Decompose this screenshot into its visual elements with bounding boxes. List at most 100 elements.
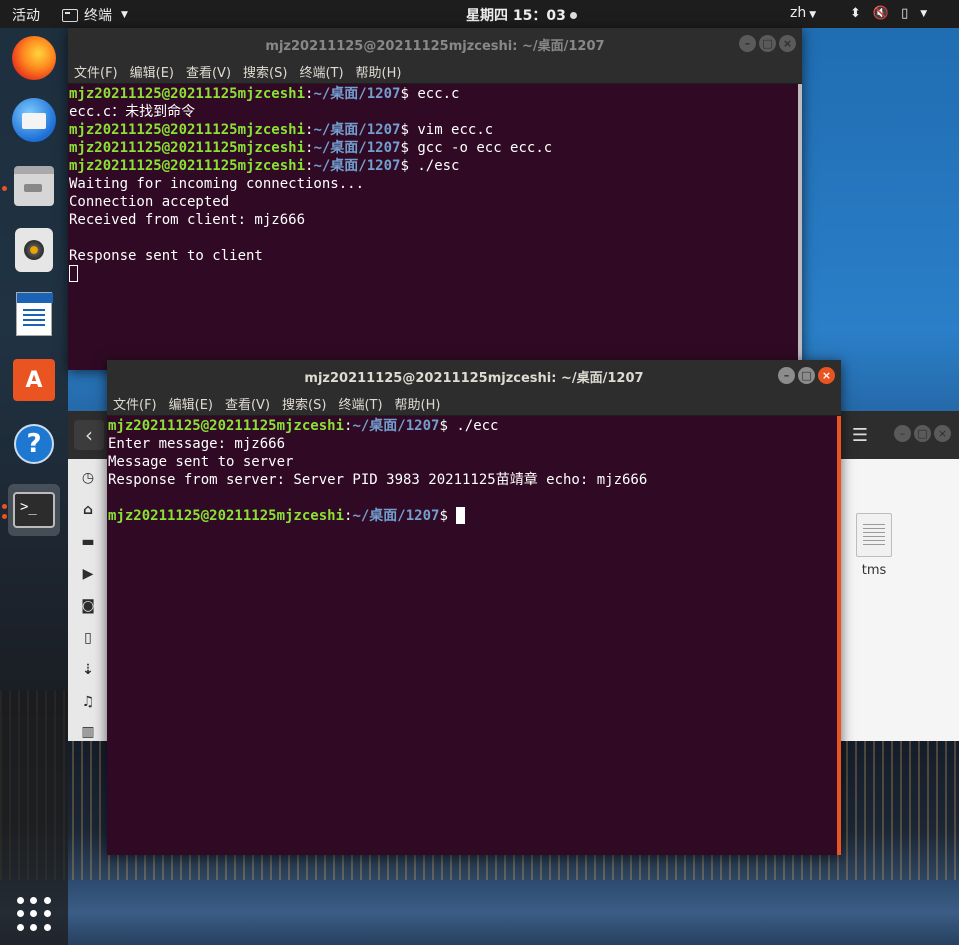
menu-edit[interactable]: 编辑(E) — [169, 394, 213, 413]
files-icon — [14, 166, 54, 206]
dock-writer[interactable] — [8, 288, 60, 340]
dock-software[interactable]: A — [8, 354, 60, 406]
chevron-down-icon: ▼ — [809, 10, 817, 20]
window-titlebar[interactable]: mjz20211125@20211125mjzceshi: ~/桌面/1207 … — [107, 360, 841, 392]
menu-file[interactable]: 文件(F) — [113, 394, 157, 413]
prompt-user-host: mjz20211125@20211125mjzceshi — [69, 158, 306, 174]
scrollbar[interactable] — [798, 84, 802, 370]
hamburger-menu-button[interactable]: ☰ — [846, 421, 874, 449]
video-icon[interactable]: ▶ — [79, 565, 97, 583]
rhythmbox-icon — [15, 228, 53, 272]
file-manager-window-buttons: – □ × — [894, 425, 951, 442]
output-text: Response from server: Server PID 3983 20… — [108, 472, 648, 488]
show-applications-button[interactable] — [8, 888, 60, 940]
firefox-icon — [12, 36, 56, 80]
wallpaper-water — [0, 880, 959, 945]
menu-terminal[interactable]: 终端(T) — [338, 394, 382, 413]
activities-button[interactable]: 活动 — [12, 5, 40, 25]
output-text: Connection accepted — [69, 194, 230, 210]
prompt-user-host: mjz20211125@20211125mjzceshi — [69, 86, 306, 102]
close-button[interactable]: × — [818, 367, 835, 384]
prompt-user-host: mjz20211125@20211125mjzceshi — [69, 122, 306, 138]
menu-view[interactable]: 查看(V) — [186, 62, 231, 81]
prompt-user-host: mjz20211125@20211125mjzceshi — [108, 508, 345, 524]
minimize-button[interactable]: – — [894, 425, 911, 442]
software-center-icon: A — [13, 359, 55, 401]
file-manager-sidebar: ◷ ⌂ ▬ ▶ ◙ ▯ ⇣ ♫ ▥ — [68, 459, 108, 741]
output-text: Message sent to server — [108, 454, 294, 470]
recent-icon[interactable]: ◷ — [79, 469, 97, 487]
terminal-small-icon — [62, 8, 78, 22]
back-button[interactable]: ‹ — [74, 420, 104, 450]
prompt-path: ~/桌面/1207 — [313, 86, 401, 102]
output-line: Connection accepted — [69, 193, 802, 211]
prompt-line: mjz20211125@20211125mjzceshi:~/桌面/1207$ … — [69, 85, 802, 103]
dock-files[interactable] — [8, 160, 60, 212]
running-indicator — [2, 186, 7, 191]
terminal-output[interactable]: mjz20211125@20211125mjzceshi:~/桌面/1207$ … — [107, 416, 841, 525]
maximize-button[interactable]: □ — [759, 35, 776, 52]
maximize-button[interactable]: □ — [798, 367, 815, 384]
menu-view[interactable]: 查看(V) — [225, 394, 270, 413]
folder-icon[interactable]: ▬ — [79, 533, 97, 551]
prompt-line: mjz20211125@20211125mjzceshi:~/桌面/1207$ … — [69, 157, 802, 175]
menu-help[interactable]: 帮助(H) — [395, 394, 441, 413]
menu-terminal[interactable]: 终端(T) — [299, 62, 343, 81]
music-icon[interactable]: ♫ — [79, 693, 97, 711]
window-title: mjz20211125@20211125mjzceshi: ~/桌面/1207 — [265, 38, 605, 54]
chevron-down-icon: ▼ — [920, 8, 928, 19]
menu-icon: ☰ — [851, 424, 869, 446]
document-icon[interactable]: ▯ — [79, 629, 97, 647]
dock-terminal[interactable]: >_ — [8, 484, 60, 536]
window-titlebar[interactable]: mjz20211125@20211125mjzceshi: ~/桌面/1207 … — [68, 28, 802, 60]
dock-thunderbird[interactable] — [8, 94, 60, 146]
command-text: vim ecc.c — [408, 122, 494, 138]
window-buttons: – □ × — [778, 367, 835, 384]
system-tray[interactable]: ⬍ 🔇 ▯ ▼ — [850, 6, 927, 21]
input-method-menu[interactable]: zh ▼ — [790, 5, 816, 21]
prompt-dollar: $ — [400, 122, 409, 138]
prompt-line: mjz20211125@20211125mjzceshi:~/桌面/1207$ … — [108, 417, 841, 435]
prompt-dollar: $ — [400, 158, 409, 174]
terminal-window-back[interactable]: mjz20211125@20211125mjzceshi: ~/桌面/1207 … — [68, 28, 802, 370]
minimize-button[interactable]: – — [739, 35, 756, 52]
close-button[interactable]: × — [779, 35, 796, 52]
file-name: tms — [861, 563, 887, 578]
text-file-icon — [856, 513, 892, 557]
menu-search[interactable]: 搜索(S) — [282, 394, 326, 413]
chevron-down-icon: ▼ — [121, 10, 128, 20]
dock-rhythmbox[interactable] — [8, 224, 60, 276]
dock-firefox[interactable] — [8, 32, 60, 84]
menu-help[interactable]: 帮助(H) — [356, 62, 402, 81]
download-icon[interactable]: ⇣ — [79, 661, 97, 679]
maximize-button[interactable]: □ — [914, 425, 931, 442]
output-text: Enter message: mjz666 — [108, 436, 286, 452]
terminal-output[interactable]: mjz20211125@20211125mjzceshi:~/桌面/1207$ … — [68, 84, 802, 283]
clock[interactable]: 星期四 15：03 — [466, 5, 577, 25]
close-button[interactable]: × — [934, 425, 951, 442]
output-text: Received from client: mjz666 — [69, 212, 306, 228]
terminal-icon: >_ — [13, 492, 55, 528]
text-cursor — [69, 265, 78, 282]
minimize-button[interactable]: – — [778, 367, 795, 384]
prompt-path: ~/桌面/1207 — [313, 158, 401, 174]
menu-search[interactable]: 搜索(S) — [243, 62, 287, 81]
output-line: ecc.c：未找到命令 — [69, 103, 802, 121]
menu-file[interactable]: 文件(F) — [74, 62, 118, 81]
running-indicator — [2, 504, 7, 509]
scrollbar[interactable] — [837, 416, 841, 855]
prompt-user-host: mjz20211125@20211125mjzceshi — [108, 418, 345, 434]
running-indicator — [2, 514, 7, 519]
menu-edit[interactable]: 编辑(E) — [130, 62, 174, 81]
dock-help[interactable]: ? — [8, 418, 60, 470]
terminal-window-front[interactable]: mjz20211125@20211125mjzceshi: ~/桌面/1207 … — [107, 360, 841, 855]
home-icon[interactable]: ⌂ — [79, 501, 97, 519]
output-line: Enter message: mjz666 — [108, 435, 841, 453]
prompt-dollar: $ — [400, 140, 409, 156]
terminal-menubar: 文件(F) 编辑(E) 查看(V) 搜索(S) 终端(T) 帮助(H) — [68, 60, 802, 84]
camera-icon[interactable]: ◙ — [79, 597, 97, 615]
trash-icon[interactable]: ▥ — [79, 723, 97, 741]
app-menu[interactable]: 终端 ▼ — [62, 5, 128, 25]
